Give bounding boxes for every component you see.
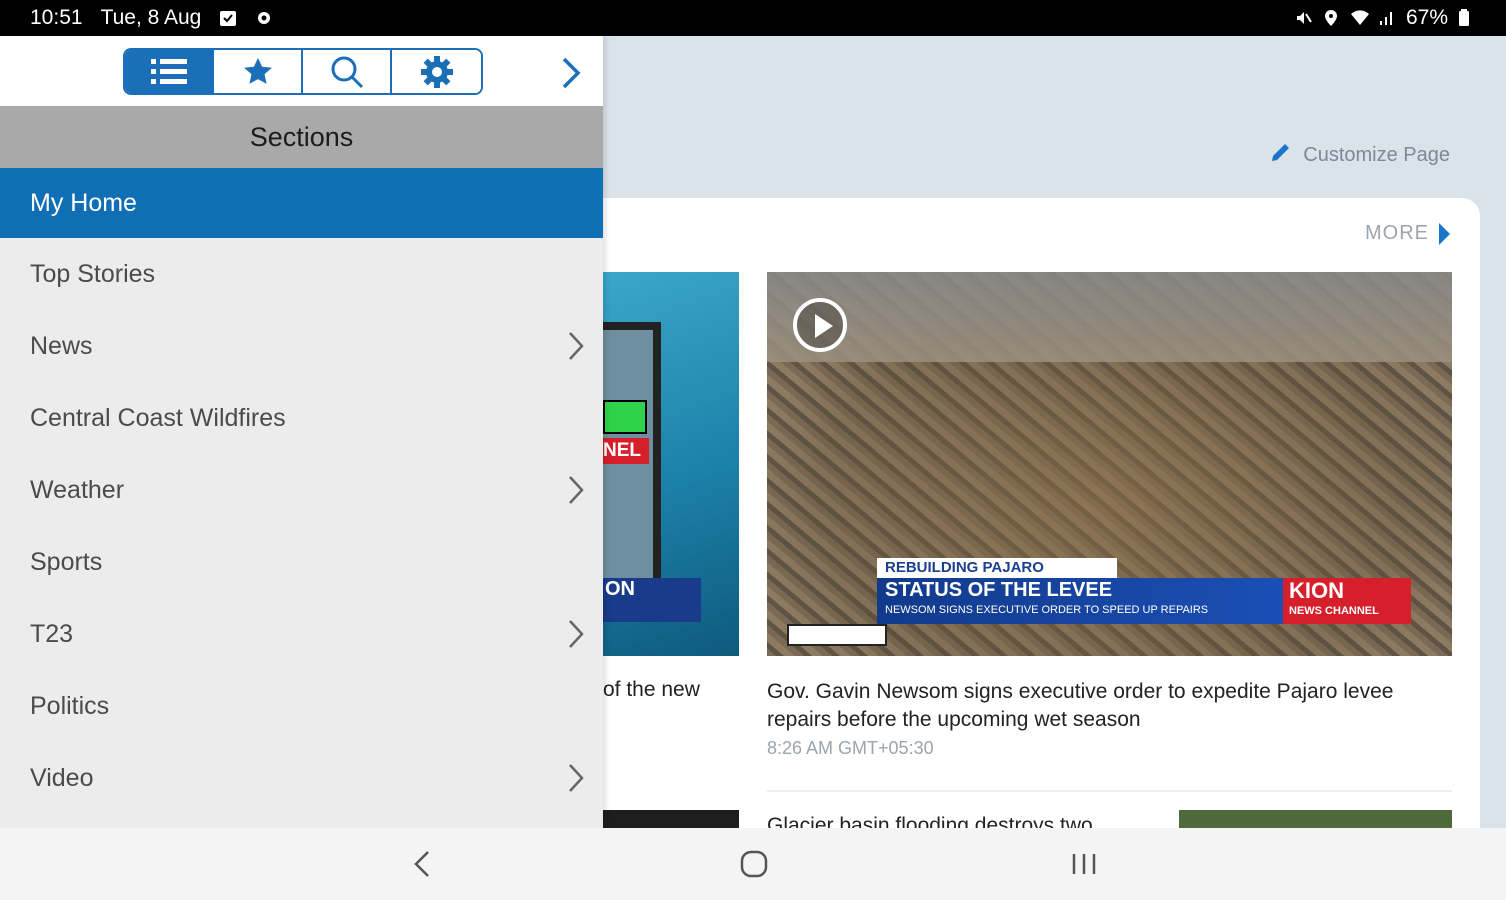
tab-sections[interactable] — [125, 50, 214, 93]
sidebar-item-label: My Home — [30, 188, 137, 217]
brand-badge: ON — [603, 578, 701, 622]
wifi-icon — [1350, 9, 1369, 27]
navigation-drawer: Sections My Home Top Stories News Centra… — [0, 36, 603, 828]
sidebar-item-label: Weather — [30, 475, 125, 504]
sidebar-item-label: Politics — [30, 691, 110, 720]
tab-settings[interactable] — [392, 50, 481, 93]
sidebar-item-t23[interactable]: T23 — [0, 598, 603, 670]
sidebar-item-politics[interactable]: Politics — [0, 670, 603, 742]
star-icon — [243, 57, 272, 84]
tv-frame — [603, 322, 661, 622]
overlay-brand: KION NEWS CHANNEL — [1283, 578, 1411, 624]
status-time: 10:51 — [30, 6, 83, 29]
more-label: MORE — [1365, 222, 1429, 244]
sidebar-item-label: Central Coast Wildfires — [30, 403, 286, 432]
customize-page-label: Customize Page — [1303, 143, 1450, 166]
settings-notification-icon — [255, 9, 273, 27]
chevron-right-icon[interactable] — [566, 330, 586, 362]
drawer-toolbar — [0, 36, 603, 106]
main-story-thumbnail[interactable]: REBUILDING PAJARO STATUS OF THE LEVEE NE… — [767, 272, 1452, 656]
customize-page-button[interactable]: Customize Page — [1269, 140, 1450, 170]
overlay-subtitle: NEWSOM SIGNS EXECUTIVE ORDER TO SPEED UP… — [885, 604, 1209, 616]
overlay-title: STATUS OF THE LEVEE — [885, 579, 1113, 601]
channel-badge: NEL — [603, 438, 649, 464]
chevron-right-icon[interactable] — [566, 474, 586, 506]
sidebar-item-news[interactable]: News — [0, 310, 603, 382]
left-story-thumbnail[interactable]: NEL ON — [603, 272, 739, 656]
sections-header: Sections — [0, 106, 603, 168]
sidebar-item-label: T23 — [30, 619, 74, 648]
system-nav-bar — [0, 828, 1506, 900]
gear-icon — [420, 55, 453, 88]
home-icon[interactable] — [736, 848, 772, 880]
aerial-horizon — [767, 272, 1452, 362]
sidebar-item-label: Top Stories — [30, 259, 156, 288]
overlay-brand-name: KION — [1289, 578, 1344, 603]
mute-icon — [1294, 9, 1312, 27]
battery-icon — [1458, 9, 1476, 27]
next-story-thumbnail[interactable] — [1179, 810, 1452, 828]
main-story-time: 8:26 AM GMT+05:30 — [767, 738, 934, 758]
play-video-icon[interactable] — [793, 298, 847, 352]
tab-search[interactable] — [303, 50, 392, 93]
drawer-tabs — [123, 48, 483, 95]
status-date: Tue, 8 Aug — [100, 6, 202, 29]
overlay-mini-logo — [787, 624, 887, 646]
more-arrow-icon — [1439, 222, 1450, 245]
back-icon[interactable] — [406, 848, 442, 880]
chevron-right-icon[interactable] — [566, 762, 586, 794]
story-card: MORE NEL ON REBUILDING PAJARO STATUS OF … — [603, 198, 1480, 828]
tab-favorites[interactable] — [214, 50, 303, 93]
search-icon — [331, 56, 363, 88]
list-icon — [150, 58, 187, 84]
signal-icon — [1378, 9, 1396, 27]
overlay-lower-third: STATUS OF THE LEVEE NEWSOM SIGNS EXECUTI… — [877, 578, 1283, 624]
sidebar-item-label: Sports — [30, 547, 103, 576]
sidebar-item-weather[interactable]: Weather — [0, 454, 603, 526]
overlay-brand-sub: NEWS CHANNEL — [1289, 605, 1379, 617]
next-story-headline[interactable]: Glacier basin flooding destroys two — [767, 814, 1093, 828]
calendar-notification-icon — [219, 9, 237, 27]
main-story-headline[interactable]: Gov. Gavin Newsom signs executive order … — [767, 678, 1407, 734]
overlay-kicker: REBUILDING PAJARO — [877, 558, 1117, 578]
sidebar-item-label: Video — [30, 763, 94, 792]
sidebar-item-top-stories[interactable]: Top Stories — [0, 238, 603, 310]
sidebar-item-central-coast-wildfires[interactable]: Central Coast Wildfires — [0, 382, 603, 454]
battery-percent: 67% — [1405, 6, 1448, 29]
sidebar-item-sports[interactable]: Sports — [0, 526, 603, 598]
section-list: My Home Top Stories News Central Coast W… — [0, 168, 603, 814]
location-icon — [1322, 9, 1340, 27]
left-story-caption[interactable]: of the new — [603, 678, 743, 702]
chevron-right-icon[interactable] — [556, 56, 586, 90]
chevron-right-icon[interactable] — [566, 618, 586, 650]
recents-icon[interactable] — [1066, 848, 1102, 880]
more-link[interactable]: MORE — [1365, 222, 1450, 245]
cbs-eye-icon — [603, 400, 647, 434]
sidebar-item-label: News — [30, 331, 93, 360]
next-left-thumbnail[interactable] — [603, 810, 739, 828]
status-bar: 10:51 Tue, 8 Aug 67% — [0, 0, 1506, 36]
sidebar-item-my-home[interactable]: My Home — [0, 168, 603, 238]
home-content: Customize Page MORE NEL ON REBUILDING PA… — [603, 36, 1506, 828]
story-divider — [767, 790, 1452, 792]
pencil-icon — [1269, 140, 1293, 170]
sidebar-item-video[interactable]: Video — [0, 742, 603, 814]
